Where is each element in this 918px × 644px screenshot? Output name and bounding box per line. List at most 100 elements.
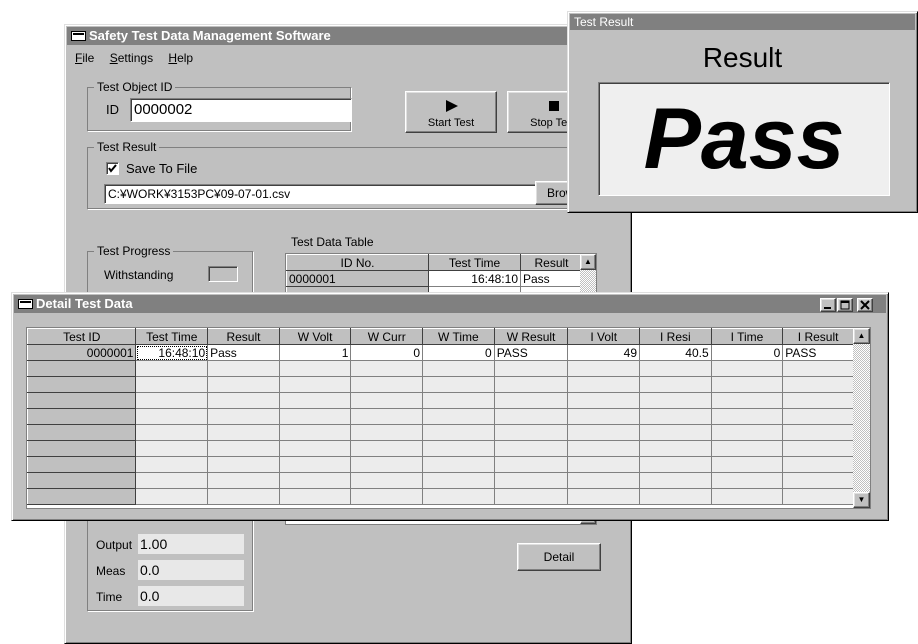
detail-empty-cell[interactable] <box>207 424 280 441</box>
table-header-time[interactable]: Test Time <box>428 254 521 271</box>
detail-cell-i-time[interactable]: 0 <box>710 344 784 361</box>
detail-empty-cell[interactable] <box>422 488 495 505</box>
detail-empty-cell[interactable] <box>135 376 209 393</box>
detail-empty-cell[interactable] <box>278 424 352 441</box>
detail-empty-cell[interactable] <box>493 456 569 473</box>
detail-empty-cell[interactable] <box>422 360 495 377</box>
detail-empty-cell[interactable] <box>350 440 424 457</box>
detail-empty-cell[interactable] <box>422 424 495 441</box>
detail-empty-cell[interactable] <box>278 456 352 473</box>
detail-empty-cell[interactable] <box>207 456 280 473</box>
file-path-input[interactable]: C:¥WORK¥3153PC¥09-07-01.csv <box>104 184 550 204</box>
detail-empty-cell[interactable] <box>639 392 712 409</box>
detail-empty-cell[interactable] <box>782 360 854 377</box>
close-button[interactable] <box>857 298 873 312</box>
detail-empty-cell[interactable] <box>278 488 352 505</box>
detail-empty-cell[interactable] <box>422 376 495 393</box>
minimize-button[interactable] <box>820 298 836 312</box>
detail-empty-cell[interactable] <box>782 408 854 425</box>
detail-empty-row[interactable] <box>27 376 854 393</box>
detail-empty-cell[interactable] <box>782 488 854 505</box>
detail-empty-cell[interactable] <box>207 488 280 505</box>
detail-empty-cell[interactable] <box>350 424 424 441</box>
detail-header-w-curr[interactable]: W Curr <box>350 328 424 345</box>
detail-empty-cell[interactable] <box>135 392 209 409</box>
detail-empty-cell[interactable] <box>278 472 352 489</box>
detail-empty-cell[interactable] <box>135 488 209 505</box>
detail-empty-cell[interactable] <box>639 488 712 505</box>
detail-empty-row[interactable] <box>27 360 854 377</box>
detail-empty-cell[interactable] <box>350 472 424 489</box>
table-scroll-up-icon[interactable]: ▲ <box>580 254 596 270</box>
detail-empty-cell[interactable] <box>710 392 784 409</box>
detail-empty-cell[interactable] <box>278 376 352 393</box>
detail-empty-cell[interactable] <box>782 456 854 473</box>
detail-button[interactable]: Detail <box>517 543 601 571</box>
detail-empty-cell[interactable] <box>567 472 641 489</box>
detail-empty-cell[interactable] <box>782 440 854 457</box>
detail-header-test-id[interactable]: Test ID <box>27 328 137 345</box>
detail-empty-cell[interactable] <box>782 472 854 489</box>
detail-empty-cell[interactable] <box>782 424 854 441</box>
maximize-button[interactable] <box>837 298 853 312</box>
detail-empty-cell[interactable] <box>567 408 641 425</box>
detail-header-w-result[interactable]: W Result <box>493 328 569 345</box>
detail-empty-cell[interactable] <box>639 360 712 377</box>
detail-empty-row[interactable] <box>27 456 854 473</box>
detail-empty-cell[interactable] <box>567 392 641 409</box>
detail-scroll-up-icon[interactable]: ▲ <box>853 328 870 344</box>
detail-empty-cell[interactable] <box>639 456 712 473</box>
detail-row[interactable]: 0000001 16:48:10 Pass 1 0 0 PASS 49 40.5… <box>27 344 854 361</box>
table-header-id[interactable]: ID No. <box>286 254 429 271</box>
detail-header-w-time[interactable]: W Time <box>422 328 495 345</box>
detail-empty-cell[interactable] <box>422 472 495 489</box>
detail-header-i-result[interactable]: I Result <box>782 328 854 345</box>
detail-empty-cell[interactable] <box>135 472 209 489</box>
detail-empty-cell[interactable] <box>710 472 784 489</box>
detail-cell-i-volt[interactable]: 49 <box>567 344 641 361</box>
detail-empty-cell[interactable] <box>135 360 209 377</box>
main-title-bar[interactable]: Safety Test Data Management Software <box>67 27 629 45</box>
detail-empty-cell[interactable] <box>278 360 352 377</box>
detail-cell-w-volt[interactable]: 1 <box>278 344 352 361</box>
detail-header-result[interactable]: Result <box>207 328 280 345</box>
detail-empty-cell[interactable] <box>207 360 280 377</box>
detail-empty-cell[interactable] <box>278 440 352 457</box>
detail-empty-cell[interactable] <box>710 424 784 441</box>
detail-empty-cell[interactable] <box>493 360 569 377</box>
detail-empty-cell[interactable] <box>135 424 209 441</box>
detail-empty-cell[interactable] <box>493 376 569 393</box>
save-to-file-checkbox[interactable] <box>106 162 119 175</box>
detail-empty-row[interactable] <box>27 392 854 409</box>
detail-empty-cell[interactable] <box>567 456 641 473</box>
detail-empty-cell[interactable] <box>493 472 569 489</box>
detail-empty-cell[interactable] <box>710 456 784 473</box>
detail-empty-cell[interactable] <box>567 488 641 505</box>
menu-file[interactable]: File <box>75 51 94 65</box>
detail-empty-cell[interactable] <box>710 376 784 393</box>
detail-empty-cell[interactable] <box>493 392 569 409</box>
detail-empty-cell[interactable] <box>207 472 280 489</box>
menu-help[interactable]: Help <box>168 51 193 65</box>
detail-empty-cell[interactable] <box>135 440 209 457</box>
detail-empty-cell[interactable] <box>493 440 569 457</box>
detail-empty-cell[interactable] <box>350 360 424 377</box>
detail-empty-cell[interactable] <box>639 376 712 393</box>
detail-empty-cell[interactable] <box>567 360 641 377</box>
detail-empty-cell[interactable] <box>710 360 784 377</box>
detail-header-i-volt[interactable]: I Volt <box>567 328 641 345</box>
detail-empty-cell[interactable] <box>639 408 712 425</box>
detail-scrollbar[interactable]: ▲ ▼ <box>853 328 870 508</box>
detail-empty-cell[interactable] <box>493 424 569 441</box>
detail-empty-cell[interactable] <box>350 488 424 505</box>
detail-scroll-down-icon[interactable]: ▼ <box>853 492 870 508</box>
detail-cell-i-result[interactable]: PASS <box>782 344 854 361</box>
detail-empty-cell[interactable] <box>207 376 280 393</box>
detail-empty-cell[interactable] <box>493 488 569 505</box>
detail-empty-cell[interactable] <box>567 424 641 441</box>
detail-empty-cell[interactable] <box>135 456 209 473</box>
detail-cell-w-time[interactable]: 0 <box>422 344 495 361</box>
detail-empty-cell[interactable] <box>567 440 641 457</box>
detail-cell-result[interactable]: Pass <box>207 344 280 361</box>
table-row[interactable]: 0000001 16:48:10 Pass <box>286 270 583 287</box>
